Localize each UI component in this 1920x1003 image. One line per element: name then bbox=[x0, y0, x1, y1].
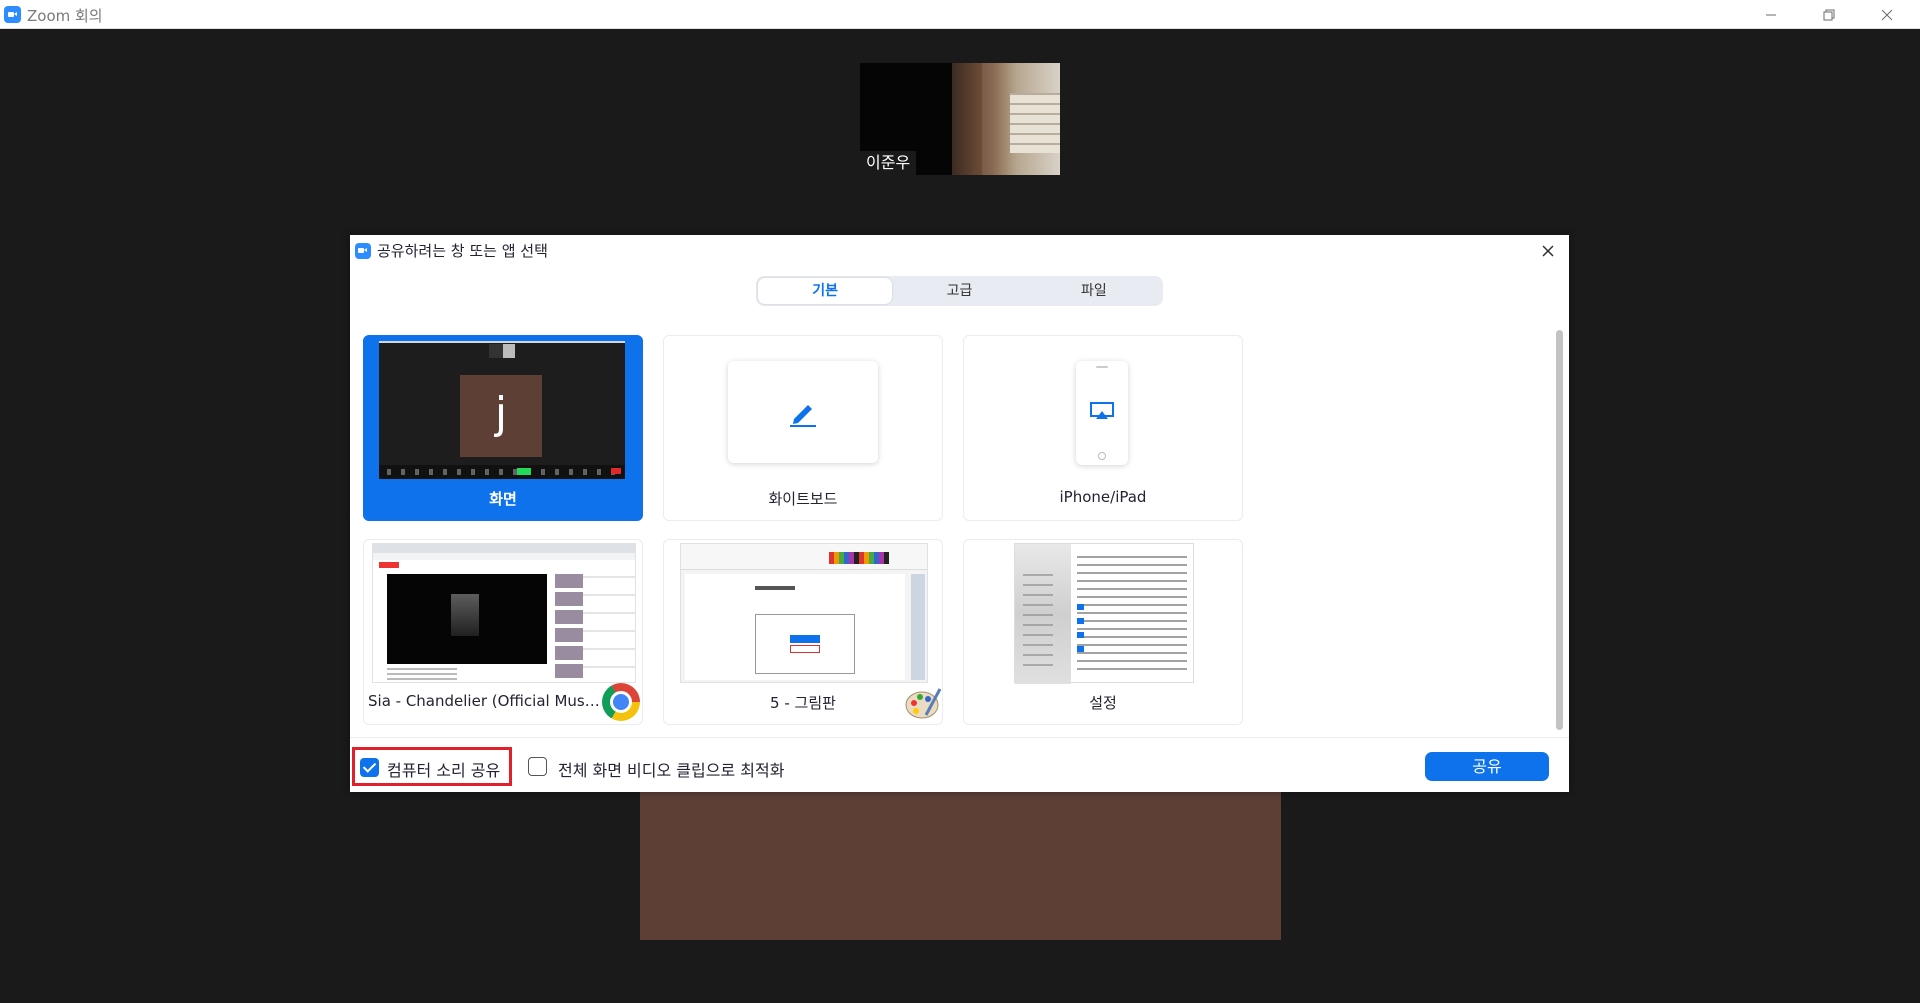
share-option-whiteboard[interactable]: 화이트보드 bbox=[663, 335, 943, 521]
optimize-video-checkbox[interactable] bbox=[528, 757, 547, 776]
tile-label: 화이트보드 bbox=[768, 490, 838, 508]
title-bar: Zoom 회의 bbox=[0, 0, 1920, 29]
preview-color-palette bbox=[829, 552, 889, 564]
footer-divider bbox=[350, 737, 1569, 738]
share-button[interactable]: 공유 bbox=[1425, 752, 1549, 781]
zoom-logo-icon bbox=[4, 6, 21, 23]
preview-share-indicator bbox=[517, 468, 531, 475]
airplay-icon bbox=[1090, 402, 1114, 419]
preview-canvas bbox=[685, 574, 905, 680]
share-tabs: 기본 고급 파일 bbox=[756, 276, 1163, 306]
preview-canvas-highlight bbox=[790, 645, 820, 653]
tile-label: iPhone/iPad bbox=[1059, 488, 1147, 506]
optimize-video-label[interactable]: 전체 화면 비디오 클립으로 최적화 bbox=[558, 757, 784, 781]
active-speaker-video bbox=[640, 792, 1281, 940]
close-icon bbox=[1881, 9, 1893, 20]
share-audio-label[interactable]: 컴퓨터 소리 공유 bbox=[387, 757, 500, 781]
chrome-icon bbox=[602, 683, 640, 721]
tab-advanced[interactable]: 고급 bbox=[892, 278, 1026, 304]
participant-name: 이준우 bbox=[860, 151, 917, 175]
preview-canvas-button bbox=[790, 635, 820, 643]
preview-canvas-window bbox=[755, 614, 855, 674]
minimize-button[interactable] bbox=[1742, 0, 1800, 29]
preview-video-title-lines bbox=[387, 668, 457, 680]
share-option-window-chrome[interactable]: Sia - Chandelier (Official Music Vi... bbox=[363, 539, 643, 725]
settings-window-thumbnail bbox=[1014, 543, 1194, 684]
dialog-close-button[interactable] bbox=[1536, 239, 1560, 263]
phone-device-icon bbox=[1076, 361, 1128, 465]
paint-window-thumbnail bbox=[680, 543, 928, 683]
share-audio-option: 컴퓨터 소리 공유 bbox=[352, 747, 512, 786]
preview-video-player bbox=[387, 574, 547, 664]
phone-speaker bbox=[1096, 366, 1108, 368]
share-option-window-paint[interactable]: 5 - 그림판 bbox=[663, 539, 943, 725]
tile-label: 5 - 그림판 bbox=[770, 694, 836, 712]
dialog-title: 공유하려는 창 또는 앱 선택 bbox=[377, 242, 548, 260]
tiles-scrollbar-thumb[interactable] bbox=[1556, 330, 1563, 730]
close-icon bbox=[1542, 245, 1554, 257]
preview-tabstrip bbox=[373, 544, 635, 553]
youtube-logo-icon bbox=[379, 562, 399, 568]
phone-home-button bbox=[1098, 452, 1106, 460]
tab-basic[interactable]: 기본 bbox=[758, 278, 893, 304]
paint-palette-icon bbox=[905, 688, 942, 719]
preview-mini-video bbox=[489, 344, 515, 358]
tab-files[interactable]: 파일 bbox=[1027, 278, 1161, 304]
share-option-iphone-ipad[interactable]: iPhone/iPad bbox=[963, 335, 1243, 521]
preview-ribbon bbox=[681, 544, 927, 570]
minimize-icon bbox=[1766, 14, 1776, 15]
preview-avatar: j bbox=[460, 375, 542, 457]
preview-video-frame bbox=[451, 594, 479, 636]
share-option-screen[interactable]: j 화면 bbox=[363, 335, 643, 521]
tile-label: 설정 bbox=[1089, 694, 1117, 712]
share-audio-checkbox[interactable] bbox=[360, 758, 379, 777]
preview-scrollbar bbox=[911, 574, 925, 680]
participant-video-thumbnail[interactable]: 이준우 bbox=[860, 63, 1060, 175]
preview-end-indicator bbox=[611, 468, 621, 474]
tiles-scrollbar[interactable] bbox=[1554, 330, 1564, 730]
preview-related-text bbox=[583, 574, 635, 679]
chrome-window-thumbnail bbox=[372, 543, 636, 683]
restore-icon bbox=[1823, 9, 1835, 20]
video-scene-shelf bbox=[1010, 93, 1060, 153]
preview-toolbar-icons bbox=[387, 469, 617, 475]
preview-settings-links bbox=[1077, 604, 1084, 654]
screen-preview-thumbnail: j bbox=[379, 341, 625, 479]
video-scene-door bbox=[952, 63, 982, 175]
restore-button[interactable] bbox=[1800, 0, 1858, 29]
close-button[interactable] bbox=[1858, 0, 1916, 29]
window-title: Zoom 회의 bbox=[27, 7, 103, 25]
pencil-icon bbox=[790, 405, 816, 427]
preview-settings-nav-items bbox=[1023, 574, 1053, 674]
share-option-window-settings[interactable]: 설정 bbox=[963, 539, 1243, 725]
whiteboard-card bbox=[728, 361, 878, 463]
preview-canvas-header bbox=[755, 586, 795, 590]
tile-label: Sia - Chandelier (Official Music Vi... bbox=[368, 692, 600, 710]
preview-urlbar bbox=[373, 553, 635, 560]
zoom-logo-icon bbox=[355, 243, 371, 259]
preview-settings-content bbox=[1077, 556, 1187, 676]
tile-label: 화면 bbox=[489, 490, 517, 508]
share-screen-dialog: 공유하려는 창 또는 앱 선택 기본 고급 파일 j 화면 화이트보드 iPho… bbox=[350, 235, 1569, 792]
